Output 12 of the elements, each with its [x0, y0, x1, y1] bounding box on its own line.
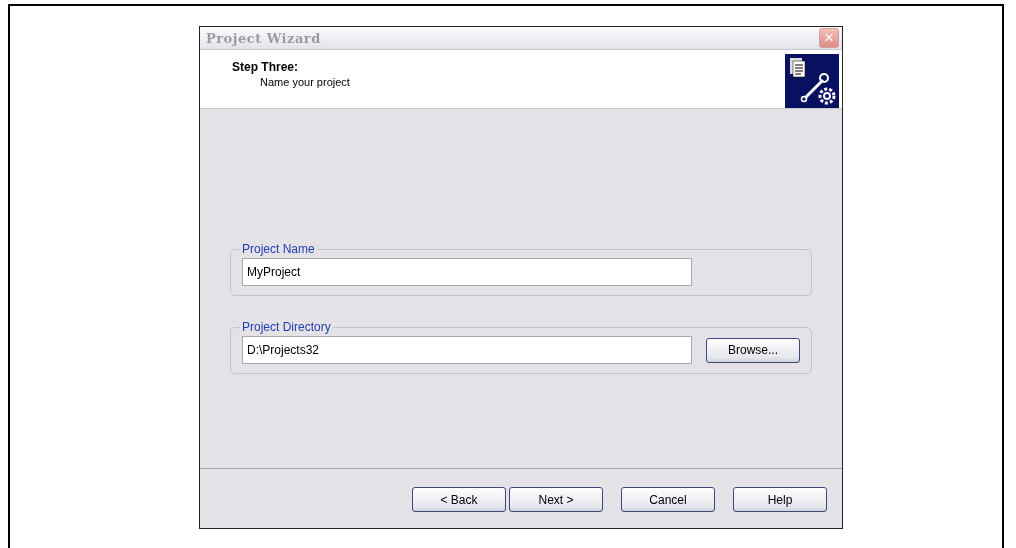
- wizard-button[interactable]: < Back: [412, 487, 506, 512]
- step-title: Step Three:: [232, 60, 299, 74]
- group-label: Project Directory: [241, 320, 332, 334]
- input-field[interactable]: MyProject: [242, 258, 692, 286]
- input-field[interactable]: D:\Projects32: [242, 336, 692, 364]
- wizard-button[interactable]: Cancel: [621, 487, 715, 512]
- step-subtitle: Name your project: [260, 76, 350, 88]
- window-title: Project Wizard: [206, 30, 321, 46]
- group-label: Project Name: [241, 242, 316, 256]
- browse-button[interactable]: Browse...: [706, 337, 800, 363]
- wizard-button[interactable]: Help: [733, 487, 827, 512]
- wizard-button[interactable]: Next >: [509, 487, 603, 512]
